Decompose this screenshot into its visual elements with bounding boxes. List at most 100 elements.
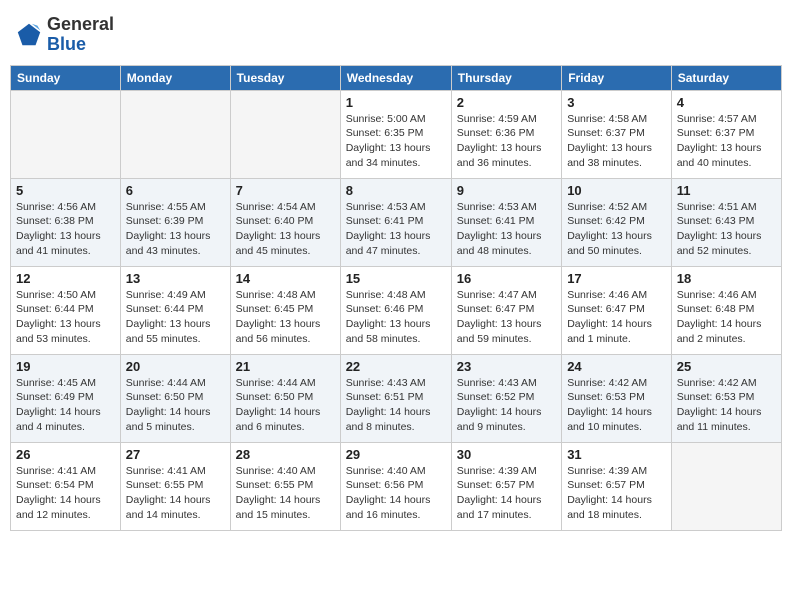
day-cell-12: 12 Sunrise: 4:50 AMSunset: 6:44 PMDayligh… <box>11 266 121 354</box>
day-info: Sunrise: 4:40 AMSunset: 6:56 PMDaylight:… <box>346 464 446 523</box>
day-cell-30: 30 Sunrise: 4:39 AMSunset: 6:57 PMDayligh… <box>451 442 561 530</box>
day-info: Sunrise: 4:39 AMSunset: 6:57 PMDaylight:… <box>567 464 666 523</box>
day-info: Sunrise: 4:57 AMSunset: 6:37 PMDaylight:… <box>677 112 776 171</box>
day-info: Sunrise: 4:40 AMSunset: 6:55 PMDaylight:… <box>236 464 335 523</box>
day-number: 13 <box>126 271 225 286</box>
empty-cell <box>120 90 230 178</box>
day-number: 30 <box>457 447 556 462</box>
day-info: Sunrise: 4:43 AMSunset: 6:52 PMDaylight:… <box>457 376 556 435</box>
day-number: 21 <box>236 359 335 374</box>
day-info: Sunrise: 4:45 AMSunset: 6:49 PMDaylight:… <box>16 376 115 435</box>
day-cell-22: 22 Sunrise: 4:43 AMSunset: 6:51 PMDayligh… <box>340 354 451 442</box>
day-info: Sunrise: 4:49 AMSunset: 6:44 PMDaylight:… <box>126 288 225 347</box>
day-cell-2: 2 Sunrise: 4:59 AMSunset: 6:36 PMDaylight… <box>451 90 561 178</box>
day-number: 4 <box>677 95 776 110</box>
day-number: 23 <box>457 359 556 374</box>
day-cell-17: 17Sunrise: 4:46 AMSunset: 6:47 PMDayligh… <box>562 266 672 354</box>
day-info: Sunrise: 4:50 AMSunset: 6:44 PMDaylight:… <box>16 288 115 347</box>
day-info: Sunrise: 4:46 AMSunset: 6:47 PMDaylight:… <box>567 288 666 347</box>
day-number: 14 <box>236 271 335 286</box>
logo-icon <box>15 21 43 49</box>
day-cell-21: 21 Sunrise: 4:44 AMSunset: 6:50 PMDayligh… <box>230 354 340 442</box>
day-info: Sunrise: 5:00 AMSunset: 6:35 PMDaylight:… <box>346 112 446 171</box>
day-info: Sunrise: 4:53 AMSunset: 6:41 PMDaylight:… <box>457 200 556 259</box>
day-number: 19 <box>16 359 115 374</box>
day-cell-25: 25Sunrise: 4:42 AMSunset: 6:53 PMDayligh… <box>671 354 781 442</box>
day-info: Sunrise: 4:39 AMSunset: 6:57 PMDaylight:… <box>457 464 556 523</box>
day-number: 26 <box>16 447 115 462</box>
empty-cell <box>230 90 340 178</box>
day-info: Sunrise: 4:54 AMSunset: 6:40 PMDaylight:… <box>236 200 335 259</box>
day-number: 15 <box>346 271 446 286</box>
weekday-header-row: SundayMondayTuesdayWednesdayThursdayFrid… <box>11 65 782 90</box>
page-header: General Blue <box>10 10 782 55</box>
week-row-5: 26 Sunrise: 4:41 AMSunset: 6:54 PMDayligh… <box>11 442 782 530</box>
day-number: 22 <box>346 359 446 374</box>
day-number: 27 <box>126 447 225 462</box>
day-info: Sunrise: 4:56 AMSunset: 6:38 PMDaylight:… <box>16 200 115 259</box>
day-cell-24: 24Sunrise: 4:42 AMSunset: 6:53 PMDayligh… <box>562 354 672 442</box>
week-row-4: 19 Sunrise: 4:45 AMSunset: 6:49 PMDayligh… <box>11 354 782 442</box>
day-info: Sunrise: 4:48 AMSunset: 6:45 PMDaylight:… <box>236 288 335 347</box>
day-info: Sunrise: 4:43 AMSunset: 6:51 PMDaylight:… <box>346 376 446 435</box>
day-info: Sunrise: 4:47 AMSunset: 6:47 PMDaylight:… <box>457 288 556 347</box>
day-number: 31 <box>567 447 666 462</box>
day-info: Sunrise: 4:53 AMSunset: 6:41 PMDaylight:… <box>346 200 446 259</box>
day-info: Sunrise: 4:52 AMSunset: 6:42 PMDaylight:… <box>567 200 666 259</box>
weekday-header-sunday: Sunday <box>11 65 121 90</box>
day-cell-29: 29 Sunrise: 4:40 AMSunset: 6:56 PMDayligh… <box>340 442 451 530</box>
day-cell-16: 16 Sunrise: 4:47 AMSunset: 6:47 PMDayligh… <box>451 266 561 354</box>
day-cell-27: 27 Sunrise: 4:41 AMSunset: 6:55 PMDayligh… <box>120 442 230 530</box>
day-cell-8: 8 Sunrise: 4:53 AMSunset: 6:41 PMDaylight… <box>340 178 451 266</box>
day-number: 28 <box>236 447 335 462</box>
week-row-3: 12 Sunrise: 4:50 AMSunset: 6:44 PMDayligh… <box>11 266 782 354</box>
day-info: Sunrise: 4:44 AMSunset: 6:50 PMDaylight:… <box>126 376 225 435</box>
day-number: 25 <box>677 359 776 374</box>
week-row-2: 5 Sunrise: 4:56 AMSunset: 6:38 PMDaylight… <box>11 178 782 266</box>
day-cell-5: 5 Sunrise: 4:56 AMSunset: 6:38 PMDaylight… <box>11 178 121 266</box>
day-cell-3: 3Sunrise: 4:58 AMSunset: 6:37 PMDaylight… <box>562 90 672 178</box>
day-number: 10 <box>567 183 666 198</box>
day-cell-18: 18Sunrise: 4:46 AMSunset: 6:48 PMDayligh… <box>671 266 781 354</box>
calendar-table: SundayMondayTuesdayWednesdayThursdayFrid… <box>10 65 782 531</box>
day-info: Sunrise: 4:41 AMSunset: 6:54 PMDaylight:… <box>16 464 115 523</box>
day-cell-1: 1 Sunrise: 5:00 AMSunset: 6:35 PMDaylight… <box>340 90 451 178</box>
day-cell-6: 6 Sunrise: 4:55 AMSunset: 6:39 PMDaylight… <box>120 178 230 266</box>
weekday-header-friday: Friday <box>562 65 672 90</box>
day-info: Sunrise: 4:41 AMSunset: 6:55 PMDaylight:… <box>126 464 225 523</box>
day-cell-10: 10 Sunrise: 4:52 AMSunset: 6:42 PMDayligh… <box>562 178 672 266</box>
day-number: 1 <box>346 95 446 110</box>
weekday-header-tuesday: Tuesday <box>230 65 340 90</box>
day-number: 5 <box>16 183 115 198</box>
day-cell-19: 19 Sunrise: 4:45 AMSunset: 6:49 PMDayligh… <box>11 354 121 442</box>
day-info: Sunrise: 4:55 AMSunset: 6:39 PMDaylight:… <box>126 200 225 259</box>
day-number: 11 <box>677 183 776 198</box>
day-cell-11: 11Sunrise: 4:51 AMSunset: 6:43 PMDayligh… <box>671 178 781 266</box>
day-number: 29 <box>346 447 446 462</box>
day-cell-15: 15 Sunrise: 4:48 AMSunset: 6:46 PMDayligh… <box>340 266 451 354</box>
day-info: Sunrise: 4:59 AMSunset: 6:36 PMDaylight:… <box>457 112 556 171</box>
weekday-header-wednesday: Wednesday <box>340 65 451 90</box>
day-number: 12 <box>16 271 115 286</box>
day-number: 20 <box>126 359 225 374</box>
day-number: 16 <box>457 271 556 286</box>
day-number: 6 <box>126 183 225 198</box>
day-cell-31: 31 Sunrise: 4:39 AMSunset: 6:57 PMDayligh… <box>562 442 672 530</box>
day-number: 18 <box>677 271 776 286</box>
logo: General Blue <box>15 15 114 55</box>
day-number: 3 <box>567 95 666 110</box>
day-cell-4: 4 Sunrise: 4:57 AMSunset: 6:37 PMDaylight… <box>671 90 781 178</box>
day-info: Sunrise: 4:48 AMSunset: 6:46 PMDaylight:… <box>346 288 446 347</box>
day-number: 9 <box>457 183 556 198</box>
day-number: 24 <box>567 359 666 374</box>
day-number: 7 <box>236 183 335 198</box>
weekday-header-thursday: Thursday <box>451 65 561 90</box>
day-number: 8 <box>346 183 446 198</box>
day-info: Sunrise: 4:44 AMSunset: 6:50 PMDaylight:… <box>236 376 335 435</box>
day-number: 2 <box>457 95 556 110</box>
week-row-1: 1 Sunrise: 5:00 AMSunset: 6:35 PMDaylight… <box>11 90 782 178</box>
empty-cell <box>671 442 781 530</box>
weekday-header-saturday: Saturday <box>671 65 781 90</box>
day-cell-26: 26 Sunrise: 4:41 AMSunset: 6:54 PMDayligh… <box>11 442 121 530</box>
empty-cell <box>11 90 121 178</box>
